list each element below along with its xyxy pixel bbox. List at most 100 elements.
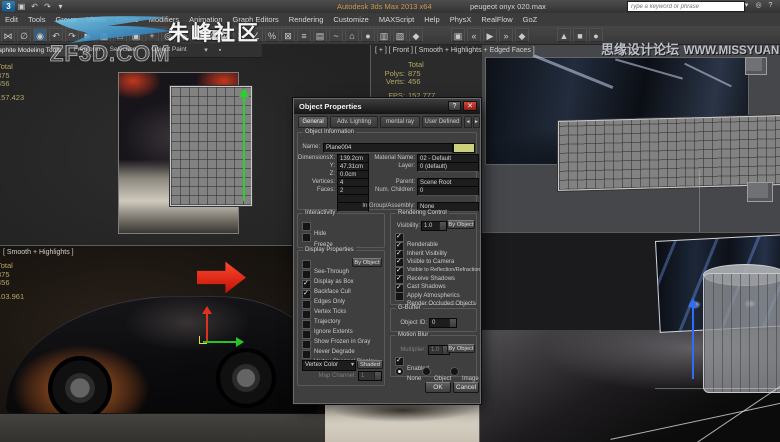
display-properties-legend: Display Properties — [303, 247, 356, 254]
render-occluded-checkbox[interactable] — [395, 292, 404, 301]
tab-user-defined[interactable]: User Defined — [422, 116, 462, 128]
display-by-object-button[interactable]: By Object — [352, 258, 382, 267]
ok-button[interactable]: OK — [425, 382, 451, 393]
hide-checkbox[interactable] — [302, 222, 311, 231]
visible-to-reflection-checkbox[interactable] — [395, 258, 404, 267]
file-title: peugeot onyx 020.max — [470, 2, 546, 11]
motion-blur-image-radio[interactable] — [450, 367, 459, 376]
backface-cull-checkbox[interactable] — [302, 280, 311, 289]
motion-blur-none-option[interactable]: None — [395, 367, 421, 385]
num-children-label: Num. Children: — [368, 186, 415, 194]
menu-goz[interactable]: GoZ — [518, 13, 543, 26]
tab-general[interactable]: General — [298, 116, 328, 128]
rendered-frame-window-icon[interactable]: ▧ — [393, 28, 407, 42]
viewport-splitter-horizontal[interactable] — [480, 232, 780, 233]
title-bar: 3 ▣ ↶ ↷ ▾ Autodesk 3ds Max 2013 x64 peug… — [0, 0, 780, 14]
curve-editor-icon[interactable]: ~ — [329, 28, 343, 42]
plane-object-wireframe-front[interactable] — [558, 115, 780, 191]
unlink-selection-icon[interactable]: ∅ — [17, 28, 31, 42]
scene-box-object[interactable] — [745, 57, 767, 75]
viewport-left-bottom-label[interactable]: [ Smooth + Highlights ] — [3, 249, 74, 256]
align-icon[interactable]: ≡ — [297, 28, 311, 42]
menu-realflow[interactable]: RealFlow — [476, 13, 517, 26]
tab-adv-lighting[interactable]: Adv. Lighting — [330, 116, 378, 128]
motion-blur-none-radio[interactable] — [395, 367, 404, 376]
menu-customize[interactable]: Customize — [328, 13, 373, 26]
viewport-left-bottom[interactable] — [0, 246, 325, 442]
renderable-checkbox[interactable] — [395, 233, 404, 242]
select-and-link-icon[interactable]: ⋈ — [1, 28, 15, 42]
layer-manager-icon[interactable]: ▤ — [313, 28, 327, 42]
tab-scroll-right-icon[interactable]: ► — [473, 116, 480, 128]
object-id-spinner[interactable]: 0 — [429, 318, 457, 328]
shaded-button[interactable]: Shaded — [357, 360, 383, 369]
scene-box-object[interactable] — [747, 182, 773, 202]
tab-mental-ray[interactable]: mental ray — [380, 116, 420, 128]
render-production-icon[interactable]: ◆ — [409, 28, 423, 42]
viewport-left-top-statistics: Total Polys:875 Verts:456 FPS:157.423 — [0, 63, 24, 102]
edges-only-checkbox[interactable] — [302, 290, 311, 299]
gizmo-plane-handle[interactable] — [199, 336, 207, 344]
never-degrade-checkbox[interactable] — [302, 340, 311, 349]
render-setup-icon[interactable]: ▥ — [377, 28, 391, 42]
infocenter-search-input[interactable] — [627, 1, 745, 12]
vertex-ticks-checkbox[interactable] — [302, 300, 311, 309]
render-iterative-icon[interactable]: ■ — [573, 28, 587, 42]
undo-icon[interactable]: ↶ — [28, 1, 41, 12]
grid-line — [655, 388, 780, 389]
bind-to-space-warp-icon[interactable]: ◉ — [33, 28, 47, 42]
material-editor-icon[interactable]: ● — [361, 28, 375, 42]
trajectory-checkbox[interactable] — [302, 310, 311, 319]
viewport-front-label[interactable]: [ + ] [ Front ] [ Smooth + Highlights + … — [375, 47, 535, 54]
ignore-extents-checkbox[interactable] — [302, 320, 311, 329]
dialog-help-button[interactable]: ? — [448, 101, 461, 111]
gizmo-z-axis-blue[interactable] — [692, 307, 694, 379]
menu-physx[interactable]: PhysX — [445, 13, 477, 26]
menu-maxscript[interactable]: MAXScript — [374, 13, 419, 26]
cast-shadows-checkbox[interactable] — [395, 275, 404, 284]
visibility-spinner[interactable]: 1.0 — [421, 221, 447, 231]
snapshot-icon[interactable]: ▣ — [451, 28, 465, 42]
plane-object-wireframe[interactable] — [170, 86, 252, 206]
gizmo-x-axis[interactable] — [203, 341, 237, 343]
gizmo-y-axis[interactable] — [243, 97, 245, 201]
visibility-by-object-button[interactable]: By Object — [447, 220, 475, 229]
motion-blur-object-radio[interactable] — [422, 367, 431, 376]
show-frozen-in-gray-checkbox[interactable] — [302, 330, 311, 339]
viewport-perspective[interactable] — [480, 233, 780, 442]
menu-tools[interactable]: Tools — [23, 13, 51, 26]
play-animation-icon[interactable]: ▶ — [483, 28, 497, 42]
map-channel-spinner[interactable]: 1 — [358, 371, 382, 381]
motion-blur-by-object-button[interactable]: By Object — [447, 344, 475, 353]
object-color-swatch[interactable] — [453, 143, 475, 153]
menu-help[interactable]: Help — [419, 13, 444, 26]
search-go-icon[interactable]: ◎ — [753, 1, 764, 11]
save-icon[interactable]: ▣ — [15, 1, 28, 12]
see-through-checkbox[interactable] — [302, 260, 311, 269]
auto-key-icon[interactable]: ▲ — [557, 28, 571, 42]
workspaces-dropdown-icon[interactable]: ▾ — [54, 1, 67, 12]
name-field[interactable]: Plane004 — [323, 143, 453, 153]
vertex-color-dropdown[interactable]: Vertex Color — [302, 360, 356, 371]
set-key-icon[interactable]: ◆ — [515, 28, 529, 42]
cylinder-object[interactable] — [703, 273, 780, 393]
dialog-close-icon[interactable]: ✕ — [463, 101, 477, 111]
menu-edit[interactable]: Edit — [0, 13, 23, 26]
go-to-start-icon[interactable]: « — [467, 28, 481, 42]
motion-blur-enabled-checkbox[interactable] — [395, 357, 404, 366]
redo-icon[interactable]: ↷ — [41, 1, 54, 12]
freeze-checkbox[interactable] — [302, 233, 311, 242]
go-to-end-icon[interactable]: » — [499, 28, 513, 42]
vertex-channel-display-checkbox[interactable] — [302, 350, 311, 359]
menu-rendering[interactable]: Rendering — [284, 13, 329, 26]
mirror-icon[interactable]: ⊠ — [281, 28, 295, 42]
tab-scroll-left-icon[interactable]: ◄ — [464, 116, 472, 128]
search-dropdown-icon[interactable]: ▾ — [741, 1, 752, 11]
application-button-icon[interactable]: 3 — [2, 1, 15, 12]
display-as-box-checkbox[interactable] — [302, 270, 311, 279]
object-information-group: Object Information Name: Plane004 Dimens… — [297, 132, 477, 210]
help-icon[interactable]: ? — [765, 1, 776, 11]
percent-snap-icon[interactable]: % — [265, 28, 279, 42]
cancel-button[interactable]: Cancel — [453, 382, 479, 393]
schematic-view-icon[interactable]: ⌂ — [345, 28, 359, 42]
